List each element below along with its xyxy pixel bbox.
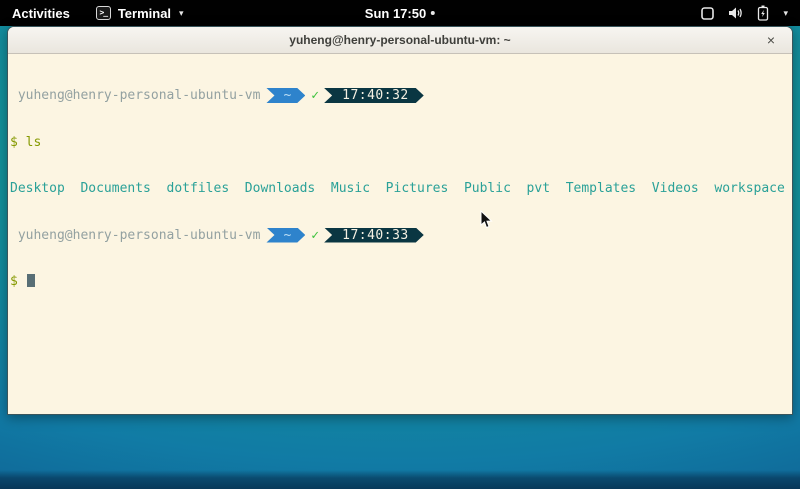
prompt-symbol: $ xyxy=(10,135,18,150)
app-menu-label: Terminal xyxy=(118,6,171,21)
prompt-host: yuheng@henry-personal-ubuntu-vm xyxy=(18,228,261,243)
notification-dot xyxy=(431,11,435,15)
chevron-down-icon: ▾ xyxy=(179,8,184,19)
top-bar: Activities >_ Terminal ▾ Sun 17:50 xyxy=(0,0,800,26)
terminal-app-icon: >_ xyxy=(96,6,111,20)
status-check-icon: ✓ xyxy=(311,88,319,103)
clock-label: Sun 17:50 xyxy=(365,6,426,21)
window-title: yuheng@henry-personal-ubuntu-vm: ~ xyxy=(289,33,510,47)
typed-command: ls xyxy=(26,135,42,150)
status-check-icon: ✓ xyxy=(311,228,319,243)
battery-charging-icon xyxy=(757,5,769,21)
tray-chevron-down-icon: ▾ xyxy=(783,8,788,19)
terminal-body[interactable]: yuheng@henry-personal-ubuntu-vm ~ ✓ 17:40:3… xyxy=(8,54,792,321)
app-menu-terminal[interactable]: >_ Terminal ▾ xyxy=(96,6,184,21)
current-prompt-line: $ xyxy=(10,274,790,290)
prompt-symbol: $ xyxy=(10,274,18,289)
activities-button[interactable]: Activities xyxy=(0,6,82,21)
prompt-time-badge: 17:40:32 xyxy=(324,88,424,103)
command-line: $ ls xyxy=(10,135,790,151)
prompt-host: yuheng@henry-personal-ubuntu-vm xyxy=(18,88,261,103)
prompt-path-segment: ~ xyxy=(266,88,305,103)
prompt-time-badge: 17:40:33 xyxy=(324,228,424,243)
close-button[interactable]: × xyxy=(762,31,780,49)
prompt-path-segment: ~ xyxy=(266,228,305,243)
terminal-cursor xyxy=(27,274,35,287)
terminal-window: yuheng@henry-personal-ubuntu-vm: ~ × yuh… xyxy=(7,26,793,415)
system-tray[interactable]: ▾ xyxy=(700,5,800,21)
prompt-line-1: yuheng@henry-personal-ubuntu-vm ~ ✓ 17:40:3… xyxy=(10,88,790,104)
desktop: Activities >_ Terminal ▾ Sun 17:50 xyxy=(0,0,800,489)
screen-icon xyxy=(700,6,715,21)
volume-icon xyxy=(728,6,744,20)
mouse-cursor-icon xyxy=(480,210,493,234)
clock-button[interactable]: Sun 17:50 xyxy=(365,6,435,21)
window-titlebar[interactable]: yuheng@henry-personal-ubuntu-vm: ~ × xyxy=(8,27,792,54)
prompt-line-2: yuheng@henry-personal-ubuntu-vm ~ ✓ 17:40:3… xyxy=(10,228,790,244)
ls-output: Desktop Documents dotfiles Downloads Mus… xyxy=(10,181,790,197)
